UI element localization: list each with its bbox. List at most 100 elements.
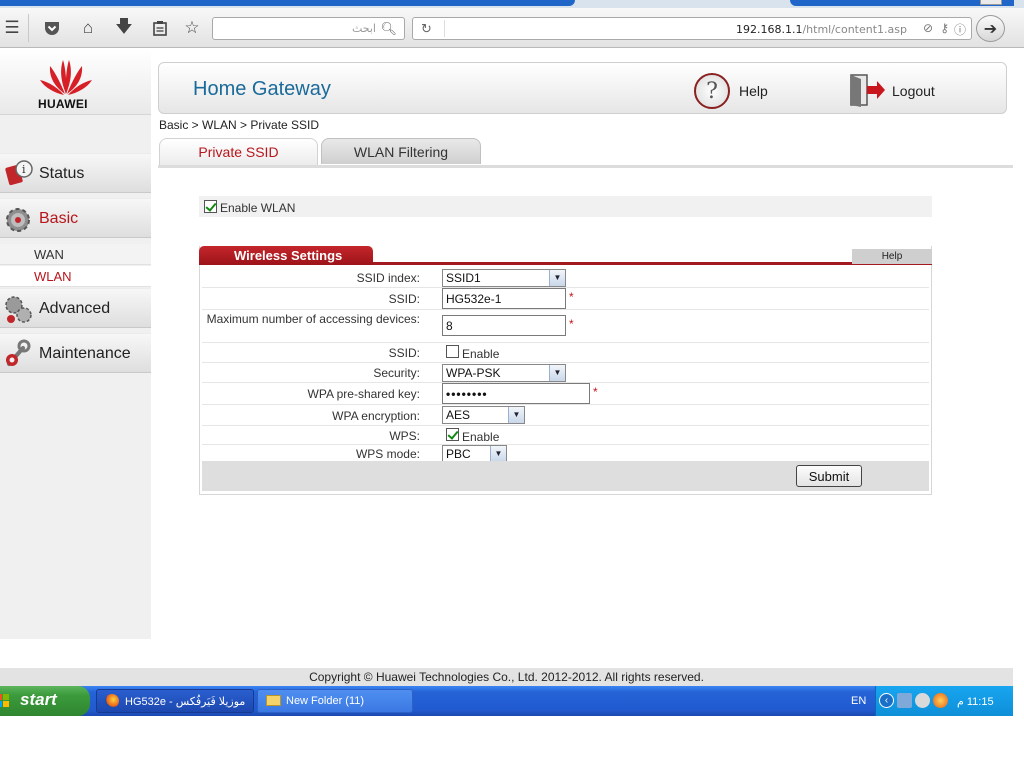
blocked-content-icon[interactable]: ⊘ [923,21,933,35]
wps-mode-label: WPS mode: [355,447,420,461]
chevron-down-icon[interactable]: ▼ [549,365,565,381]
wps-row: WPS: Enable [202,426,929,445]
taskbar-item-folder[interactable]: New Folder (11) [257,689,413,713]
enable-wlan-label: Enable WLAN [220,201,296,215]
submit-button[interactable]: Submit [796,465,862,487]
wpa-key-row: WPA pre-shared key: •••••••• * [202,383,929,405]
max-devices-row: Maximum number of accessing devices: 8 * [202,310,929,343]
nav-advanced[interactable]: Advanced [0,288,151,328]
router-page: HUAWEI i Status Basic WAN WLAN Advanced … [0,49,1013,686]
security-value: WPA-PSK [446,366,501,380]
update-icon[interactable] [933,693,948,708]
ssid-enable-text: Enable [462,347,500,361]
copyright-footer: Copyright © Huawei Technologies Co., Ltd… [0,668,1013,686]
language-indicator[interactable]: EN [851,695,866,707]
browser-tab-strip [0,0,1024,8]
download-icon[interactable]: 🡇 [112,17,136,39]
wpa-key-label: WPA pre-shared key: [307,387,421,401]
help-icon[interactable]: ? [694,73,730,109]
required-marker: * [569,317,574,331]
clock: 11:15 م [957,696,994,708]
svg-text:i: i [22,163,26,176]
ssid-row: SSID: HG532e-1 * [202,288,929,310]
max-devices-input[interactable]: 8 [442,315,566,336]
menu-icon[interactable]: ☰ [0,17,24,39]
pocket-icon[interactable] [40,17,64,39]
url-text: 192.168.1.1/html/content1.asp [736,23,907,36]
url-separator [444,20,445,37]
bookmark-star-icon[interactable]: ☆ [180,17,204,39]
windows-taskbar: start HG532e - موزيلا فَيَرفُكس New Fold… [0,686,1013,716]
enable-wlan-checkbox[interactable] [204,200,217,213]
huawei-logo: HUAWEI [0,49,151,115]
search-input[interactable]: ابحث 🔍︎ [212,17,405,40]
wrench-icon [6,339,31,366]
wpa-encryption-label: WPA encryption: [332,409,420,423]
security-select[interactable]: WPA-PSK ▼ [442,364,566,382]
ssid-index-select[interactable]: SSID1 ▼ [442,269,566,287]
browser-tab-other[interactable] [790,0,1014,6]
ssid-index-value: SSID1 [446,271,481,285]
wps-mode-value: PBC [446,447,471,461]
wpa-encryption-row: WPA encryption: AES ▼ [202,405,929,426]
windows-logo-icon [0,694,9,707]
network-icon[interactable] [897,693,912,708]
wireless-settings-header: Wireless Settings Help [199,246,932,265]
chevron-down-icon[interactable]: ▼ [549,270,565,286]
status-icon: i [5,160,33,186]
go-forward-button[interactable]: ➔ [976,15,1005,42]
wpa-key-input[interactable]: •••••••• [442,383,590,404]
nav-basic-label: Basic [39,210,79,227]
help-link[interactable]: ? Help [694,73,784,109]
huawei-flower-icon [40,60,92,95]
ssid-input[interactable]: HG532e-1 [442,288,566,309]
volume-icon[interactable] [915,693,930,708]
gear-icon [6,208,30,232]
sidebar-item-wan[interactable]: WAN [0,244,151,265]
ssid-enable-row: SSID: Enable [202,343,929,363]
ssid-label: SSID: [388,292,420,306]
tray-expand-icon[interactable]: ‹ [879,693,894,708]
ssid-index-row: SSID index: SSID1 ▼ [202,268,929,288]
logout-label[interactable]: Logout [892,83,935,99]
tab-private-ssid[interactable]: Private SSID [159,138,318,165]
search-icon[interactable]: 🔍︎ [380,21,397,37]
panel-help-button[interactable]: Help [852,249,932,264]
taskbar-item-firefox[interactable]: HG532e - موزيلا فَيَرفُكس [96,689,254,713]
browser-tab-active[interactable] [0,0,575,6]
logout-link[interactable]: Logout [849,73,959,107]
chevron-down-icon[interactable]: ▼ [490,446,506,462]
ssid-enable-checkbox[interactable] [446,345,459,358]
wps-checkbox[interactable] [446,428,459,441]
taskbar-item-label: HG532e - موزيلا فَيَرفُكس [125,696,246,708]
tab-bar: Private SSID WLAN Filtering [158,138,1013,168]
key-icon[interactable]: ⚷ [940,21,949,35]
sidebar-item-wlan[interactable]: WLAN [0,266,151,287]
tab-wlan-filtering[interactable]: WLAN Filtering [321,138,481,164]
wireless-settings-panel: Wireless Settings Help SSID index: SSID1… [199,246,932,495]
wps-label: WPS: [389,429,420,443]
nav-maintenance-label: Maintenance [39,345,131,362]
nav-maintenance[interactable]: Maintenance [0,333,151,373]
wireless-settings-title: Wireless Settings [199,246,373,265]
help-label[interactable]: Help [739,83,768,99]
toolbar-separator [28,14,29,42]
info-icon[interactable]: ⓘ [954,21,966,38]
nav-basic[interactable]: Basic [0,198,151,238]
nav-status[interactable]: i Status [0,153,151,193]
nav-advanced-label: Advanced [39,300,111,317]
url-host: 192.168.1.1 [735,23,803,36]
wps-mode-row: WPS mode: PBC ▼ [202,445,929,463]
start-button[interactable]: start [0,686,90,716]
clipboard-icon[interactable] [148,17,172,39]
url-bar[interactable]: ↻ 192.168.1.1/html/content1.asp ⊘ ⚷ ⓘ [412,17,972,40]
wpa-encryption-select[interactable]: AES ▼ [442,406,525,424]
required-marker: * [593,385,598,399]
required-marker: * [569,290,574,304]
logout-icon[interactable] [849,73,887,107]
reload-icon[interactable]: ↻ [421,21,432,37]
taskbar-item-label: New Folder (11) [286,695,365,707]
chevron-down-icon[interactable]: ▼ [508,407,524,423]
home-icon[interactable]: ⌂ [76,17,100,39]
ssid-index-label: SSID index: [356,271,420,285]
